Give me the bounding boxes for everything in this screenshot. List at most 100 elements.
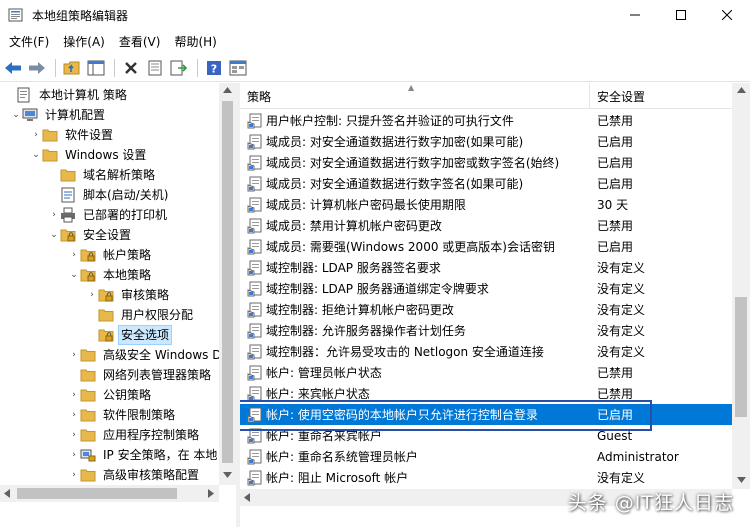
forward-button[interactable] <box>26 57 48 79</box>
up-folder-button[interactable] <box>61 57 83 79</box>
tree-item[interactable]: ⌄ Windows 设置 <box>30 145 149 165</box>
policy-row[interactable]: 域成员: 禁用计算机帐户密码更改 已禁用 <box>240 215 732 236</box>
properties-icon <box>148 60 162 75</box>
tree-item[interactable]: › 审核策略 <box>86 285 172 305</box>
policy-row[interactable]: 域成员: 计算机帐户密码最长使用期限 30 天 <box>240 194 732 215</box>
tree-expand-chevron-icon[interactable]: › <box>68 385 80 405</box>
list-vertical-scrollbar[interactable] <box>732 83 750 489</box>
policy-row[interactable]: 域成员: 需要强(Windows 2000 或更高版本)会话密钥 已启用 <box>240 236 732 257</box>
tree-item[interactable]: › 应用程序控制策略 <box>68 425 202 445</box>
ip-security-icon <box>80 449 96 462</box>
tree-item[interactable]: ⌄ 计算机配置 <box>10 105 108 125</box>
tree-collapse-chevron-icon[interactable]: ⌄ <box>30 145 42 165</box>
tree-collapse-chevron-icon[interactable]: ⌄ <box>10 105 22 125</box>
tree-expand-chevron-icon[interactable]: › <box>68 445 80 465</box>
policy-row[interactable]: 帐户: 重命名来宾帐户 Guest <box>240 425 732 446</box>
menu-action[interactable]: 操作(A) <box>56 30 112 54</box>
tree-expand-chevron-icon[interactable]: › <box>68 465 80 485</box>
scroll-left-arrow-icon[interactable] <box>4 489 10 498</box>
tree-expand-chevron-icon[interactable]: › <box>68 405 80 425</box>
policy-setting-icon <box>247 323 262 338</box>
svg-text:?: ? <box>211 62 217 75</box>
policy-row[interactable]: 域成员: 对安全通道数据进行数字加密或数字签名(始终) 已启用 <box>240 152 732 173</box>
view-button[interactable] <box>227 57 249 79</box>
scroll-down-arrow-icon[interactable] <box>737 477 746 483</box>
tree-expand-chevron-icon[interactable]: › <box>30 125 42 145</box>
tree-expand-chevron-icon[interactable]: › <box>68 245 80 265</box>
tree-item[interactable]: 网络列表管理器策略 <box>68 365 214 385</box>
column-header-policy[interactable]: ▲ 策略 <box>240 83 590 109</box>
maximize-button[interactable] <box>658 0 704 30</box>
tree-item[interactable]: › 高级审核策略配置 <box>68 465 202 485</box>
policy-row[interactable]: 域控制器: 拒绝计算机帐户密码更改 没有定义 <box>240 299 732 320</box>
policy-cell: 域控制器: 拒绝计算机帐户密码更改 <box>240 301 590 318</box>
scroll-up-arrow-icon[interactable] <box>223 87 232 93</box>
menu-view[interactable]: 查看(V) <box>112 30 168 54</box>
tree-item[interactable]: 用户权限分配 <box>86 305 196 325</box>
tree-collapse-chevron-icon[interactable]: ⌄ <box>48 225 60 245</box>
lock-folder-icon <box>98 289 114 302</box>
tree-item[interactable]: › 软件限制策略 <box>68 405 178 425</box>
column-header-policy-label: 策略 <box>247 90 272 104</box>
properties-button[interactable] <box>144 57 166 79</box>
policy-row[interactable]: 域成员: 对安全通道数据进行数字加密(如果可能) 已启用 <box>240 131 732 152</box>
tree-vertical-scrollbar[interactable] <box>219 83 236 485</box>
policy-row[interactable]: 用户帐户控制: 只提升签名并验证的可执行文件 已禁用 <box>240 110 732 131</box>
scroll-right-arrow-icon[interactable] <box>208 489 214 498</box>
tree-item[interactable]: › 高级安全 Windows D <box>68 345 224 365</box>
policy-setting-icon <box>247 365 262 380</box>
minimize-button[interactable] <box>612 0 658 30</box>
back-button[interactable] <box>2 57 24 79</box>
scroll-down-arrow-icon[interactable] <box>223 472 232 478</box>
tree-expand-chevron-icon[interactable]: › <box>48 205 60 225</box>
tree-item[interactable]: › 已部署的打印机 <box>48 205 170 225</box>
list-vertical-scroll-thumb[interactable] <box>735 297 747 417</box>
column-header-security-setting[interactable]: 安全设置 <box>590 83 732 109</box>
tree-item[interactable]: ⌄ 安全设置 <box>48 225 134 245</box>
tree-item[interactable]: › IP 安全策略，在 本地 <box>68 445 220 465</box>
policy-setting-icon <box>247 260 262 275</box>
export-list-button[interactable] <box>168 57 190 79</box>
tree-item[interactable]: 脚本(启动/关机) <box>48 185 171 205</box>
tree-item[interactable]: 域名解析策略 <box>48 165 158 185</box>
tree-item[interactable]: 安全选项 <box>86 325 173 345</box>
policy-row[interactable]: 域控制器: LDAP 服务器签名要求 没有定义 <box>240 257 732 278</box>
policy-row[interactable]: 帐户: 重命名系统管理员帐户 Administrator <box>240 446 732 467</box>
tree-item-label: 用户权限分配 <box>121 308 194 322</box>
policy-row[interactable]: 帐户: 使用空密码的本地帐户只允许进行控制台登录 已启用 <box>240 404 732 425</box>
tree-expand-chevron-icon[interactable]: › <box>86 285 98 305</box>
menu-help[interactable]: 帮助(H) <box>167 30 223 54</box>
tree-item[interactable]: › 帐户策略 <box>68 245 154 265</box>
policy-row[interactable]: 域控制器: 允许服务器操作者计划任务 没有定义 <box>240 320 732 341</box>
show-hide-tree-button[interactable] <box>85 57 107 79</box>
minimize-icon <box>630 14 640 16</box>
policy-setting-icon <box>247 449 262 464</box>
menu-file[interactable]: 文件(F) <box>2 30 56 54</box>
scroll-left-arrow-icon[interactable] <box>244 493 250 502</box>
tree-vertical-scroll-thumb[interactable] <box>222 101 233 463</box>
tree-item[interactable]: › 软件设置 <box>30 125 116 145</box>
policy-row[interactable]: 帐户: 管理员帐户状态 已禁用 <box>240 362 732 383</box>
policy-row[interactable]: 帐户: 来宾帐户状态 已禁用 <box>240 383 732 404</box>
tree-expand-chevron-icon[interactable]: › <box>68 345 80 365</box>
policy-row[interactable]: 域成员: 对安全通道数据进行数字签名(如果可能) 已启用 <box>240 173 732 194</box>
tree-collapse-chevron-icon[interactable]: ⌄ <box>68 265 80 285</box>
policy-setting-icon <box>247 134 262 149</box>
tree-item[interactable]: 本地计算机 策略 <box>4 85 130 105</box>
tree-expand-chevron-icon[interactable]: › <box>68 425 80 445</box>
close-button[interactable] <box>704 0 750 30</box>
policy-cell: 域控制器: LDAP 服务器通道绑定令牌要求 <box>240 280 590 297</box>
tree-item[interactable]: › 公钥策略 <box>68 385 154 405</box>
delete-button[interactable] <box>120 57 142 79</box>
tree-horizontal-scroll-thumb[interactable] <box>17 488 177 499</box>
tree-horizontal-scrollbar[interactable] <box>0 485 219 502</box>
lock-folder-icon <box>80 249 96 262</box>
policy-row[interactable]: 域控制器: LDAP 服务器通道绑定令牌要求 没有定义 <box>240 278 732 299</box>
policy-row[interactable]: 域控制器：允许易受攻击的 Netlogon 安全通道连接 没有定义 <box>240 341 732 362</box>
help-button[interactable]: ? <box>203 57 225 79</box>
tree-item[interactable]: ⌄ 本地策略 <box>68 265 154 285</box>
scroll-up-arrow-icon[interactable] <box>737 87 746 93</box>
policy-row[interactable]: 帐户: 阻止 Microsoft 帐户 没有定义 <box>240 467 732 488</box>
